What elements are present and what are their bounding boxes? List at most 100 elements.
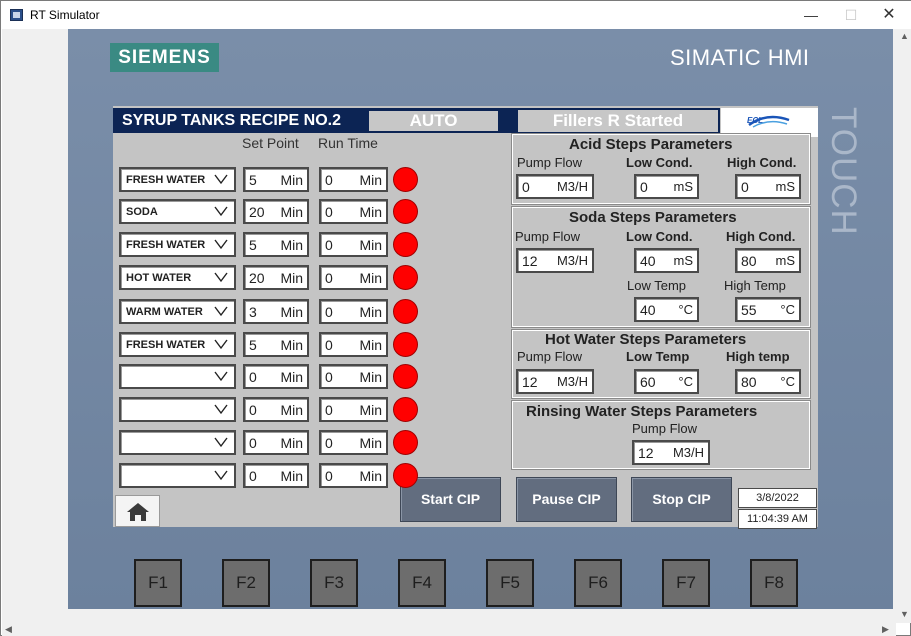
step-select-10[interactable] (119, 463, 236, 488)
step-select-label: WARM WATER (126, 306, 203, 318)
value: 0 (325, 435, 333, 451)
acid-high-cond-field[interactable]: 0 mS (735, 174, 801, 199)
function-key-f8[interactable]: F8 (750, 559, 798, 607)
chevron-down-icon (214, 404, 228, 415)
run-time-field-6: 0 Min (319, 332, 388, 357)
chevron-down-icon (214, 306, 228, 317)
soda-high-temp-label: High Temp (724, 278, 786, 293)
set-point-field-2[interactable]: 20 Min (243, 199, 309, 224)
function-key-f7[interactable]: F7 (662, 559, 710, 607)
soda-low-temp-field[interactable]: 40 °C (634, 297, 699, 322)
step-select-4[interactable]: HOT WATER (119, 265, 236, 290)
maximize-button[interactable]: ☐ (836, 5, 866, 25)
unit: °C (678, 374, 693, 389)
set-point-field-5[interactable]: 3 Min (243, 299, 309, 324)
soda-high-temp-field[interactable]: 55 °C (735, 297, 801, 322)
value: 5 (249, 237, 257, 253)
value: 20 (249, 270, 265, 286)
function-key-f6[interactable]: F6 (574, 559, 622, 607)
hot-water-high-temp-label: High temp (726, 349, 790, 364)
unit: Min (280, 237, 303, 253)
company-logo-text: ECL (747, 116, 763, 125)
close-button[interactable]: ✕ (874, 5, 904, 25)
scroll-right-icon[interactable]: ▶ (882, 624, 889, 635)
scroll-left-icon[interactable]: ◀ (5, 624, 12, 635)
run-time-field-8: 0 Min (319, 397, 388, 422)
function-key-f5[interactable]: F5 (486, 559, 534, 607)
set-point-header: Set Point (242, 135, 299, 151)
unit: Min (280, 369, 303, 385)
app-icon (10, 9, 23, 21)
unit: Min (359, 270, 382, 286)
hot-water-panel-title: Hot Water Steps Parameters (545, 331, 747, 348)
soda-low-cond-field[interactable]: 40 mS (634, 248, 699, 273)
title-bar[interactable]: RT Simulator — ☐ ✕ (1, 1, 911, 29)
chevron-down-icon (214, 239, 228, 250)
step-status-lamp-3 (393, 232, 418, 257)
vertical-scrollbar[interactable]: ▲ ▼ (896, 29, 911, 623)
chevron-down-icon (214, 174, 228, 185)
unit: Min (280, 435, 303, 451)
step-select-6[interactable]: FRESH WATER (119, 332, 236, 357)
step-select-5[interactable]: WARM WATER (119, 299, 236, 324)
value: 12 (522, 374, 538, 390)
simatic-hmi-label: SIMATIC HMI (670, 45, 810, 70)
set-point-field-10[interactable]: 0 Min (243, 463, 309, 488)
value: 0 (325, 337, 333, 353)
function-key-f1[interactable]: F1 (134, 559, 182, 607)
run-time-field-5: 0 Min (319, 299, 388, 324)
function-key-f2[interactable]: F2 (222, 559, 270, 607)
acid-low-cond-field[interactable]: 0 mS (634, 174, 699, 199)
value: 0 (249, 468, 257, 484)
acid-pump-flow-label: Pump Flow (517, 155, 583, 170)
value: 80 (741, 253, 757, 269)
step-select-label: SODA (126, 206, 158, 218)
minimize-button[interactable]: — (796, 5, 826, 25)
set-point-field-6[interactable]: 5 Min (243, 332, 309, 357)
soda-high-cond-label: High Cond. (726, 229, 796, 244)
unit: mS (775, 253, 796, 268)
soda-pump-flow-field[interactable]: 12 M3/H (516, 248, 594, 273)
unit: Min (359, 369, 382, 385)
soda-panel-title: Soda Steps Parameters (569, 209, 737, 226)
set-point-field-3[interactable]: 5 Min (243, 232, 309, 257)
start-cip-button[interactable]: Start CIP (400, 477, 501, 522)
step-select-label: FRESH WATER (126, 174, 206, 186)
set-point-field-9[interactable]: 0 Min (243, 430, 309, 455)
set-point-field-8[interactable]: 0 Min (243, 397, 309, 422)
unit: Min (280, 402, 303, 418)
pause-cip-button[interactable]: Pause CIP (516, 477, 617, 522)
run-time-header: Run Time (318, 135, 378, 151)
hot-water-low-temp-field[interactable]: 60 °C (634, 369, 699, 394)
set-point-field-4[interactable]: 20 Min (243, 265, 309, 290)
home-button[interactable] (115, 495, 160, 527)
step-status-lamp-6 (393, 332, 418, 357)
set-point-field-7[interactable]: 0 Min (243, 364, 309, 389)
step-select-1[interactable]: FRESH WATER (119, 167, 236, 192)
value: 0 (741, 179, 749, 195)
hot-water-pump-flow-label: Pump Flow (517, 349, 583, 364)
step-select-7[interactable] (119, 364, 236, 389)
hot-water-high-temp-field[interactable]: 80 °C (735, 369, 801, 394)
function-key-f4[interactable]: F4 (398, 559, 446, 607)
step-select-9[interactable] (119, 430, 236, 455)
function-key-f3[interactable]: F3 (310, 559, 358, 607)
value: 0 (325, 468, 333, 484)
hot-water-pump-flow-field[interactable]: 12 M3/H (516, 369, 594, 394)
scroll-down-icon[interactable]: ▼ (900, 609, 909, 619)
unit: Min (280, 204, 303, 220)
value: 12 (638, 445, 654, 461)
rinsing-pump-flow-field[interactable]: 12 M3/H (632, 440, 710, 465)
unit: M3/H (556, 374, 588, 389)
soda-high-cond-field[interactable]: 80 mS (735, 248, 801, 273)
set-point-field-1[interactable]: 5 Min (243, 167, 309, 192)
horizontal-scrollbar[interactable]: ◀ ▶ (2, 623, 896, 636)
value: 12 (522, 253, 538, 269)
step-select-8[interactable] (119, 397, 236, 422)
scroll-up-icon[interactable]: ▲ (900, 31, 909, 41)
acid-pump-flow-field[interactable]: 0 M3/H (516, 174, 594, 199)
step-status-lamp-5 (393, 299, 418, 324)
step-select-3[interactable]: FRESH WATER (119, 232, 236, 257)
step-select-2[interactable]: SODA (119, 199, 236, 224)
stop-cip-button[interactable]: Stop CIP (631, 477, 732, 522)
